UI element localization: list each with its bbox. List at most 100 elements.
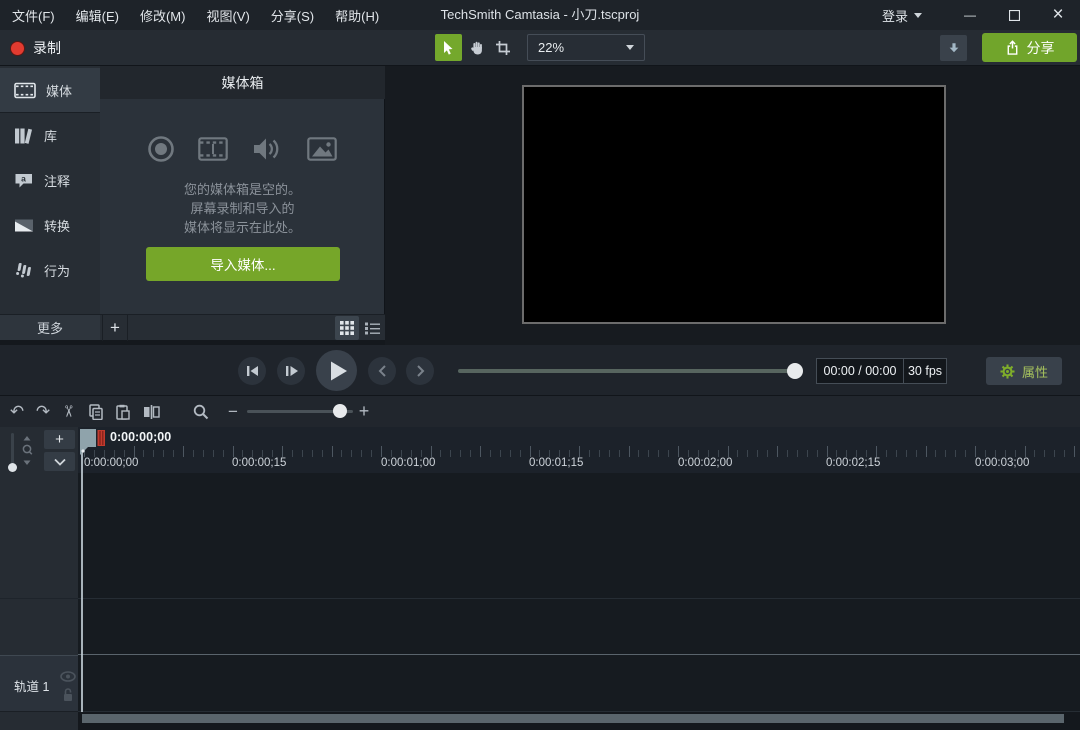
properties-button[interactable]: 属性: [986, 357, 1062, 385]
track-lock-icon[interactable]: [62, 687, 74, 702]
pan-tool-button[interactable]: [463, 34, 490, 61]
minimize-icon: —: [964, 8, 976, 22]
play-icon: [330, 361, 348, 381]
record-label: 录制: [33, 38, 61, 58]
playback-controls: 00:00 / 00:00 30 fps 属性: [0, 345, 1080, 396]
split-icon: [143, 405, 160, 419]
timeline-zoom-button[interactable]: [190, 396, 212, 427]
media-bin-footer: +: [100, 314, 385, 340]
frame-rate: 30 fps: [903, 358, 947, 384]
chevron-down-icon: [626, 45, 634, 50]
maximize-button[interactable]: [992, 0, 1036, 30]
crop-icon: [495, 40, 511, 56]
audio-icon: [251, 134, 281, 164]
play-button[interactable]: [316, 350, 357, 391]
track-visibility-icon[interactable]: [60, 671, 76, 682]
hand-icon: [469, 40, 485, 56]
add-media-button[interactable]: +: [102, 315, 128, 341]
canvas-area: [385, 66, 1080, 345]
redo-icon: ↷: [36, 402, 50, 422]
import-media-button[interactable]: 导入媒体...: [146, 247, 340, 281]
gutter-divider: [0, 598, 78, 599]
paste-button[interactable]: [112, 396, 134, 427]
menu-share[interactable]: 分享(S): [269, 6, 316, 25]
menu-view[interactable]: 视图(V): [204, 6, 251, 25]
cursor-icon: [441, 40, 456, 56]
select-tool-button[interactable]: [435, 34, 462, 61]
playhead-line[interactable]: [81, 447, 83, 712]
menu-edit[interactable]: 编辑(E): [74, 6, 121, 25]
books-icon: [14, 127, 34, 145]
zoom-out-button[interactable]: −: [224, 396, 242, 427]
time-display: 00:00 / 00:00 30 fps: [816, 358, 947, 384]
ruler-label: 0:00:01;15: [529, 457, 583, 469]
current-time: 00:00 / 00:00: [816, 358, 903, 384]
sidebar-item-label: 行为: [44, 261, 70, 280]
next-frame-button[interactable]: [277, 357, 305, 385]
zoom-in-button[interactable]: +: [355, 396, 373, 427]
record-button[interactable]: 录制: [10, 37, 61, 59]
share-icon: [1005, 40, 1020, 56]
jump-forward-button[interactable]: [406, 357, 434, 385]
close-button[interactable]: ×: [1036, 0, 1080, 30]
cut-button[interactable]: ✂: [58, 396, 80, 427]
video-preview[interactable]: [522, 85, 946, 324]
jump-back-button[interactable]: [368, 357, 396, 385]
copy-button[interactable]: [85, 396, 107, 427]
menu-file[interactable]: 文件(F): [10, 6, 57, 25]
previous-frame-button[interactable]: [238, 357, 266, 385]
camtasia-window: 文件(F) 编辑(E) 修改(M) 视图(V) 分享(S) 帮助(H) Tech…: [0, 0, 1080, 730]
video-icon: [198, 137, 228, 161]
collapse-tracks-button[interactable]: [44, 452, 75, 471]
chevron-right-icon: [416, 365, 425, 377]
sidebar-item-library[interactable]: 库: [0, 113, 100, 158]
track-divider: [78, 711, 1080, 712]
share-button[interactable]: 分享: [982, 33, 1077, 62]
import-media-label: 导入媒体...: [210, 254, 275, 274]
track1-header[interactable]: 轨道 1: [0, 655, 78, 712]
canvas-zoom-dropdown[interactable]: 22%: [527, 34, 645, 61]
maximize-icon: [1009, 10, 1020, 21]
timeline-ruler[interactable]: 0:00:00;00 0:00:00;00 0:00:00;15 0:00:01…: [78, 427, 1080, 473]
track-zoom-icon[interactable]: [21, 436, 33, 466]
split-button[interactable]: [140, 396, 162, 427]
media-bin-title-label: 媒体箱: [222, 73, 264, 93]
seek-slider-handle[interactable]: [787, 363, 803, 379]
sidebar-item-transitions[interactable]: 转换: [0, 203, 100, 248]
ruler-label: 0:00:00;00: [84, 457, 138, 469]
film-icon: [14, 82, 36, 99]
ruler-label: 0:00:02;15: [826, 457, 880, 469]
minimize-button[interactable]: —: [948, 0, 992, 30]
add-track-button[interactable]: +: [44, 430, 75, 449]
recording-icon: [146, 134, 176, 164]
quick-export-button[interactable]: [940, 35, 967, 61]
ruler-label: 0:00:02;00: [678, 457, 732, 469]
sidebar-item-behaviors[interactable]: 行为: [0, 248, 100, 293]
menu-modify[interactable]: 修改(M): [138, 6, 188, 25]
playhead-marker[interactable]: [79, 428, 106, 457]
copy-icon: [89, 404, 103, 420]
horizontal-scrollbar[interactable]: [82, 714, 1064, 723]
media-bin-panel: 媒体箱 您的媒体箱是空的。 屏幕录制和导入的 媒体将显示在此处。: [100, 66, 385, 314]
sidebar-more-button[interactable]: 更多: [0, 314, 100, 340]
timeline-zoom-handle[interactable]: [333, 404, 347, 418]
chevron-left-icon: [378, 365, 387, 377]
media-bin-title: 媒体箱: [100, 66, 385, 99]
list-view-button[interactable]: [360, 316, 384, 340]
seek-slider[interactable]: [458, 369, 800, 373]
track1-label: 轨道 1: [14, 676, 49, 695]
undo-icon: ↶: [10, 402, 24, 422]
speech-bubble-icon: a: [14, 172, 34, 189]
menu-help[interactable]: 帮助(H): [333, 6, 381, 25]
sign-in-button[interactable]: 登录: [882, 6, 922, 25]
track-divider: [78, 654, 1080, 655]
undo-button[interactable]: ↶: [6, 396, 28, 427]
crop-tool-button[interactable]: [489, 34, 516, 61]
redo-button[interactable]: ↷: [32, 396, 54, 427]
sidebar-item-media[interactable]: 媒体: [0, 68, 100, 113]
sidebar-item-annotations[interactable]: a 注释: [0, 158, 100, 203]
track-height-handle[interactable]: [8, 463, 17, 472]
grid-view-button[interactable]: [335, 316, 359, 340]
sidebar-item-label: 库: [44, 126, 57, 145]
timeline-tracks[interactable]: [78, 473, 1080, 712]
